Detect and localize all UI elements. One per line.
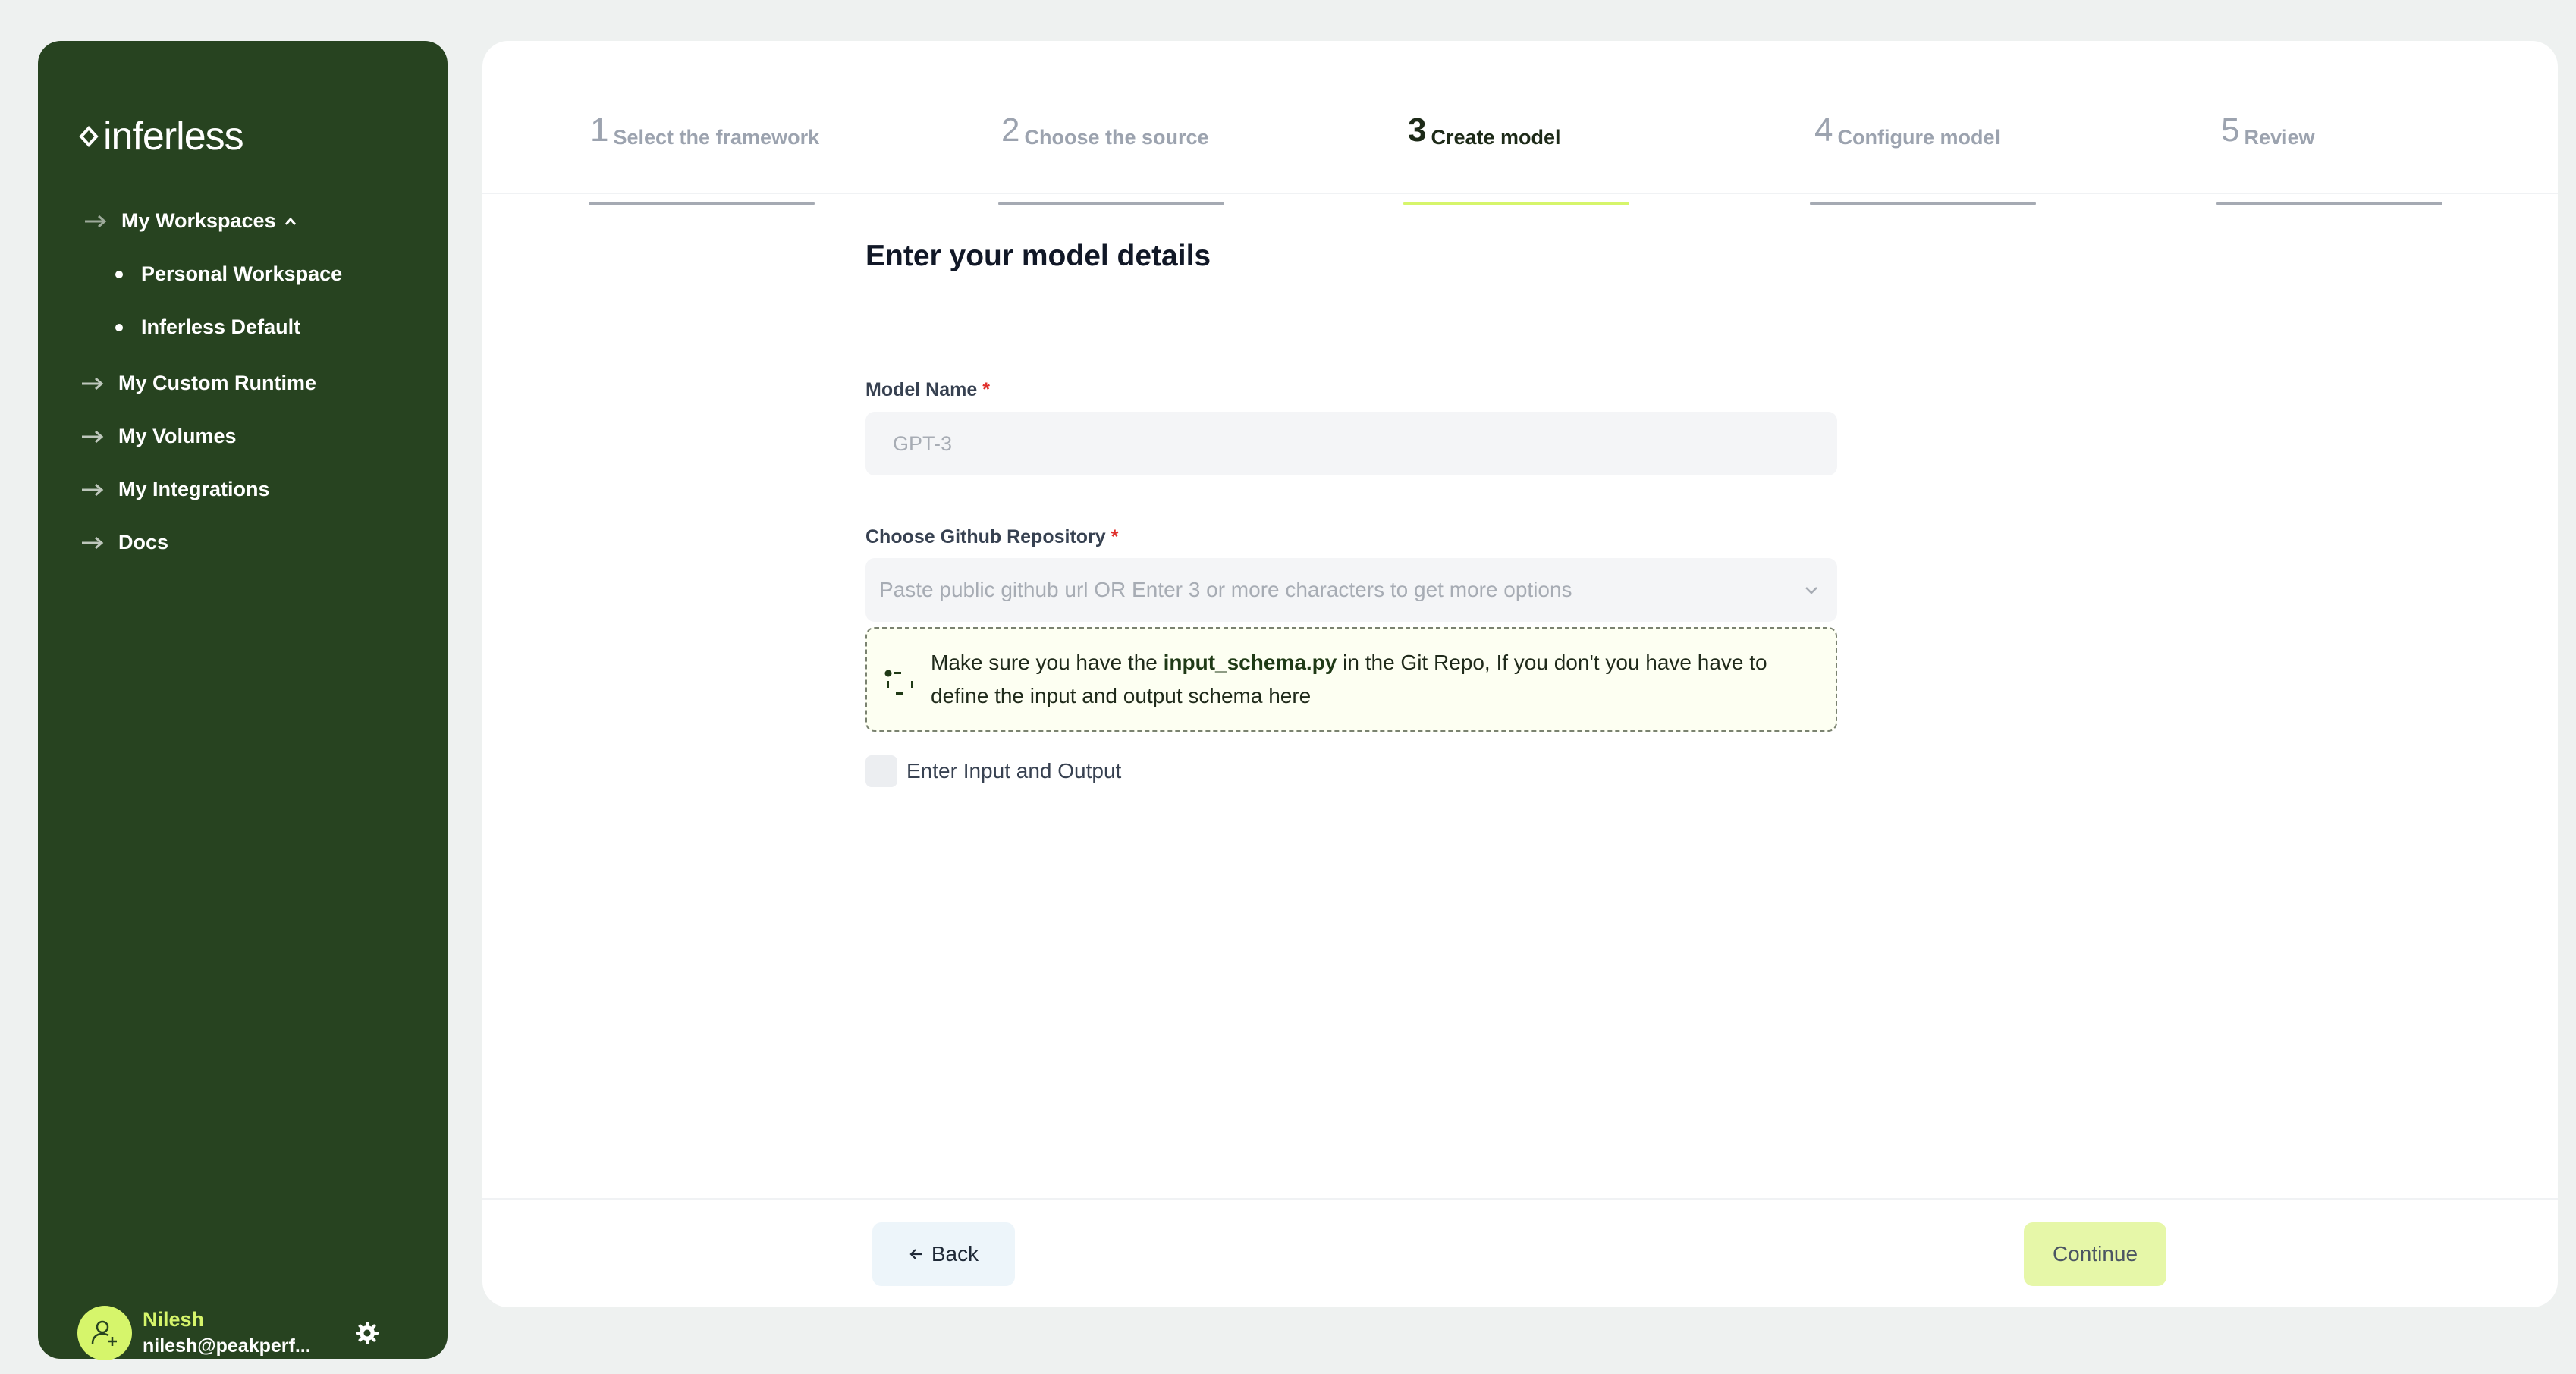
step-progress-bar [1810,202,2036,205]
sidebar: inferless My Workspaces Personal Workspa… [38,41,448,1360]
github-repo-placeholder: Paste public github url OR Enter 3 or mo… [879,578,1572,601]
sidebar-item-custom-runtime[interactable]: My Custom Runtime [80,372,316,395]
step-label: Create model [1431,126,1561,149]
github-repo-label: Choose Github Repository * [865,526,1118,548]
workspace-label: Inferless Default [141,315,301,338]
notice-text: Make sure you have the input_schema.py i… [931,646,1820,713]
workspace-label: Personal Workspace [141,262,343,285]
model-name-label-text: Model Name [865,379,978,400]
chevron-down-icon[interactable] [1801,579,1822,601]
sidebar-item-label: My Workspaces [121,209,276,232]
step-progress-bar [998,202,1224,205]
sidebar-item-integrations[interactable]: My Integrations [80,478,270,501]
sidebar-workspace-inferless-default[interactable]: Inferless Default [115,315,300,339]
step-number: 1 [590,111,609,149]
step-label: Select the framework [613,126,820,149]
arrow-right-icon [82,430,104,443]
footer-divider [482,1198,2558,1200]
gear-icon [356,1322,379,1344]
model-name-input[interactable] [865,412,1837,475]
arrow-right-icon [85,215,107,227]
chevron-up-icon [284,217,296,225]
schema-notice: Make sure you have the input_schema.py i… [865,627,1837,732]
step-label: Choose the source [1024,126,1209,149]
continue-button[interactable]: Continue [2024,1222,2166,1286]
step-number: 4 [1814,111,1833,149]
sidebar-item-label: Docs [118,531,169,554]
back-button[interactable]: Back [872,1222,1015,1286]
step-label: Review [2244,126,2315,149]
back-button-label: Back [931,1242,979,1266]
user-name: Nilesh [143,1308,205,1331]
brand-name: inferless [103,114,244,158]
sidebar-item-my-workspaces[interactable]: My Workspaces [83,209,297,233]
step-label: Configure model [1837,126,2000,149]
schema-icon [884,670,913,695]
step-progress-bar-active [1403,202,1629,205]
sidebar-workspace-personal[interactable]: Personal Workspace [115,262,342,286]
required-mark: * [1111,526,1119,547]
user-add-icon [91,1320,117,1346]
brand-logo[interactable]: inferless [77,114,244,158]
continue-button-label: Continue [2052,1242,2138,1266]
settings-button[interactable] [352,1318,382,1348]
bullet-icon [115,323,123,331]
step-number: 3 [1408,111,1427,149]
main-panel: 1 Select the framework 2 Choose the sour… [482,41,2558,1307]
user-profile[interactable]: Nilesh nilesh@peakperf... [77,1306,311,1360]
step-progress-bar [2216,202,2442,205]
avatar [77,1306,132,1360]
arrow-left-icon [909,1249,922,1260]
step-progress-bar [589,202,815,205]
bullet-icon [115,270,123,278]
enter-io-label: Enter Input and Output [906,759,1122,783]
github-repo-label-text: Choose Github Repository [865,526,1106,547]
arrow-right-icon [82,483,104,496]
sidebar-item-docs[interactable]: Docs [80,531,168,554]
logo-mark-icon [79,126,99,147]
sidebar-item-label: My Volumes [118,425,237,447]
step-number: 2 [1001,111,1020,149]
user-email: nilesh@peakperf... [143,1335,311,1357]
schema-filename: input_schema.py [1163,651,1337,674]
enter-io-checkbox[interactable] [865,755,897,787]
model-name-label: Model Name * [865,379,990,401]
github-repo-select[interactable]: Paste public github url OR Enter 3 or mo… [865,558,1837,622]
arrow-right-icon [82,536,104,549]
form-title: Enter your model details [865,240,1211,272]
required-mark: * [982,379,990,400]
enter-io-checkbox-row[interactable]: Enter Input and Output [865,755,1121,787]
step-number: 5 [2221,111,2240,149]
divider [482,193,2558,194]
arrow-right-icon [82,377,104,390]
sidebar-item-label: My Custom Runtime [118,372,317,394]
notice-prefix: Make sure you have the [931,651,1164,674]
sidebar-item-label: My Integrations [118,478,270,500]
sidebar-item-volumes[interactable]: My Volumes [80,425,237,448]
